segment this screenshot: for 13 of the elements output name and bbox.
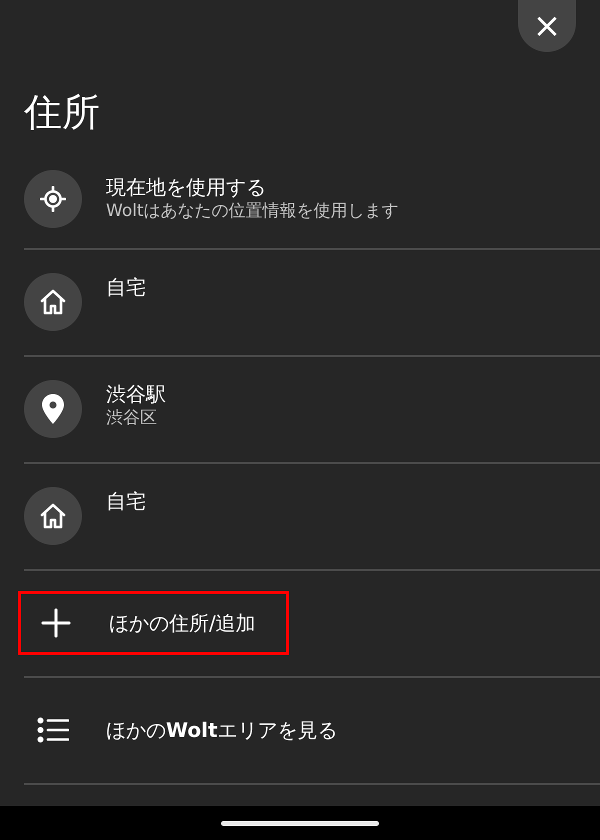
- home-indicator[interactable]: [221, 820, 379, 826]
- page-title: 住所: [24, 90, 101, 136]
- address-title[interactable]: 自宅: [106, 274, 146, 300]
- action-link[interactable]: ほかの住所/追加: [109, 610, 256, 636]
- address-title[interactable]: 現在地を使用する: [106, 174, 399, 200]
- address-title[interactable]: 渋谷駅: [106, 380, 166, 407]
- list-icon: [37, 717, 69, 744]
- close-button[interactable]: ×: [518, 0, 576, 52]
- address-subtitle: 渋谷区: [106, 406, 158, 430]
- plus-icon: [41, 608, 71, 638]
- address-title[interactable]: 自宅: [106, 488, 146, 514]
- action-link[interactable]: ほかのWoltエリアを見る: [106, 717, 338, 744]
- address-subtitle: Woltはあなたの位置情報を使用します: [106, 200, 399, 223]
